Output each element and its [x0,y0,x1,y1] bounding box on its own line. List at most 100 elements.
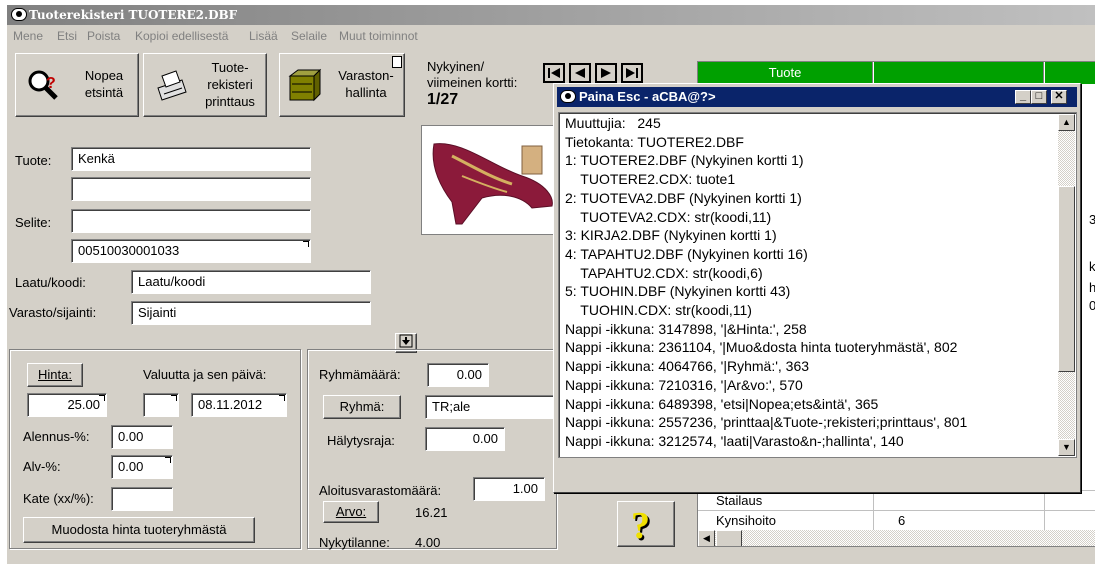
tuote-label: Tuote: [15,153,52,168]
clipped-char-2: k [1089,259,1095,274]
scroll-left-button[interactable]: ◀ [698,530,715,546]
menu-bar: Mene Etsi Poista Kopioi edellisestä Lisä… [7,25,1095,47]
menu-mene[interactable]: Mene [13,29,43,43]
list-item: TAPAHTU2.CDX: str(koodi,6) [565,264,763,281]
first-record-button[interactable] [543,63,565,83]
help-question-icon: ? ? [631,505,652,549]
grid-header-2[interactable] [874,62,1044,84]
list-item: Nappi -ikkuna: 7210316, '|Ar&vo:', 570 [565,376,803,393]
grid-header-3[interactable] [1045,62,1095,84]
hinta-field[interactable]: 25.00 [27,393,107,417]
ryhma-field[interactable]: TR;ale [425,395,555,419]
varasto-field[interactable]: Sijainti [131,301,371,325]
nav-label-1: Nykyinen/ [427,59,485,74]
window-title: Tuoterekisteri TUOTERE2.DBF [29,8,238,22]
close-button[interactable]: ✕ [1051,90,1067,104]
list-item: 1: TUOTERE2.DBF (Nykyinen kortti 1) [565,152,804,169]
arvo-value: 16.21 [415,505,448,520]
print-label-2: rekisteri [207,77,253,92]
date-field[interactable]: 08.11.2012 [191,393,287,417]
warehouse-button[interactable]: Varaston- hallinta [279,53,405,117]
menu-muut-toiminnot[interactable]: Muut toiminnot [339,29,418,43]
print-label-3: printtaus [205,94,255,109]
minimize-button[interactable]: _ [1015,90,1031,104]
list-item: Nappi -ikkuna: 2557236, 'printtaa|&Tuote… [565,414,968,431]
arrow-down-icon [399,334,413,348]
list-item: Nappi -ikkuna: 4064766, '|Ryhmä:', 363 [565,358,810,375]
alv-field[interactable]: 0.00 [111,455,173,479]
kate-label: Kate (xx/%): [23,491,94,506]
halytysraja-field[interactable]: 0.00 [425,427,505,451]
menu-etsi[interactable]: Etsi [57,29,77,43]
previous-icon [575,68,585,78]
laatu-field[interactable]: Laatu/koodi [131,270,371,294]
selite-field[interactable] [71,209,311,233]
valuutta-label: Valuutta ja sen päivä: [143,367,267,382]
scroll-up-button[interactable]: ▲ [1058,114,1075,131]
print-label-1: Tuote- [211,60,249,75]
menu-selaile[interactable]: Selaile [291,29,327,43]
clipped-char-1: 3 [1089,212,1095,227]
arvo-button[interactable]: Arvo: [323,501,379,523]
previous-record-button[interactable] [569,63,591,83]
quick-search-label-1: Nopea [84,68,124,83]
quick-search-label-2: etsintä [84,85,124,100]
hinta-button[interactable]: Hinta: [27,363,83,387]
list-item: 5: TUOHIN.DBF (Nykyinen kortti 43) [565,283,791,300]
menu-kopioi-edellisesta[interactable]: Kopioi edellisestä [135,29,228,43]
row-name: Kynsihoito [716,513,776,528]
code-field[interactable]: 00510030001033 [71,239,311,263]
menu-poista[interactable]: Poista [87,29,120,43]
last-record-button[interactable] [621,63,643,83]
first-icon [548,68,560,78]
selite-label: Selite: [15,215,52,230]
scroll-thumb[interactable] [1058,186,1075,372]
svg-text:?: ? [46,75,56,92]
aloitus-field[interactable]: 1.00 [473,477,545,501]
alennus-field[interactable]: 0.00 [111,425,173,449]
maximize-button[interactable]: □ [1031,90,1047,104]
scroll-thumb[interactable] [716,530,742,546]
last-icon [626,68,638,78]
debug-popup-window: Paina Esc - aCBA@?> _ □ ✕ Muuttujia: 245… [553,83,1081,493]
ryhmamaara-field[interactable]: 0.00 [427,363,489,387]
eye-icon [11,8,27,21]
row-value: 6 [898,513,906,528]
next-record-button[interactable] [595,63,617,83]
list-item: 3: KIRJA2.DBF (Nykyinen kortti 1) [565,227,777,244]
scroll-down-button[interactable]: ▼ [1058,439,1075,456]
form-price-button[interactable]: Muodosta hinta tuoteryhmästä [23,517,255,543]
title-bar: Tuoterekisteri TUOTERE2.DBF [7,5,1095,25]
kate-field[interactable] [111,487,173,511]
menu-lisaa[interactable]: Lisää [249,29,278,43]
halytysraja-label: Hälytysraja: [327,433,395,448]
product-image [421,125,561,235]
popup-title-bar: Paina Esc - aCBA@?> _ □ ✕ [557,87,1077,107]
nykytilanne-label: Nykytilanne: [319,535,390,550]
list-item: TUOHIN.CDX: str(koodi,11) [565,302,752,318]
quick-search-button[interactable]: ? Nopea etsintä [15,53,139,117]
ryhmamaara-label: Ryhmämäärä: [319,367,401,382]
vertical-scrollbar[interactable]: ▲ ▼ [1058,114,1075,456]
eye-icon [560,90,576,103]
tuote-field-2[interactable] [71,177,311,201]
table-row[interactable]: Stailaus [698,490,1095,510]
info-listbox[interactable]: Muuttujia: 245 Tietokanta: TUOTERE2.DBF 1:… [558,112,1077,458]
horizontal-scrollbar[interactable]: ◀ [698,530,1095,546]
valuutta-field[interactable] [143,393,179,417]
tuote-field[interactable]: Kenkä [71,147,311,171]
list-item: 4: TAPAHTU2.DBF (Nykyinen kortti 16) [565,245,808,262]
grid-header-tuote[interactable]: Tuote [698,62,873,84]
svg-text:?: ? [631,505,650,546]
next-icon [601,68,611,78]
ryhma-button[interactable]: Ryhmä: [323,395,401,419]
help-button[interactable]: ? ? [617,501,675,549]
printer-icon [157,70,187,101]
clipped-char-3: h [1089,280,1095,295]
table-row[interactable]: Kynsihoito 6 [698,510,1095,530]
print-register-button[interactable]: Tuote- rekisteri printtaus [143,53,267,117]
nykytilanne-value: 4.00 [415,535,441,550]
list-item: Nappi -ikkuna: 3212574, 'laati|Varasto&n… [565,432,904,449]
list-item: TUOTEVA2.CDX: str(koodi,11) [565,208,772,225]
laatu-label: Laatu/koodi: [15,275,86,290]
